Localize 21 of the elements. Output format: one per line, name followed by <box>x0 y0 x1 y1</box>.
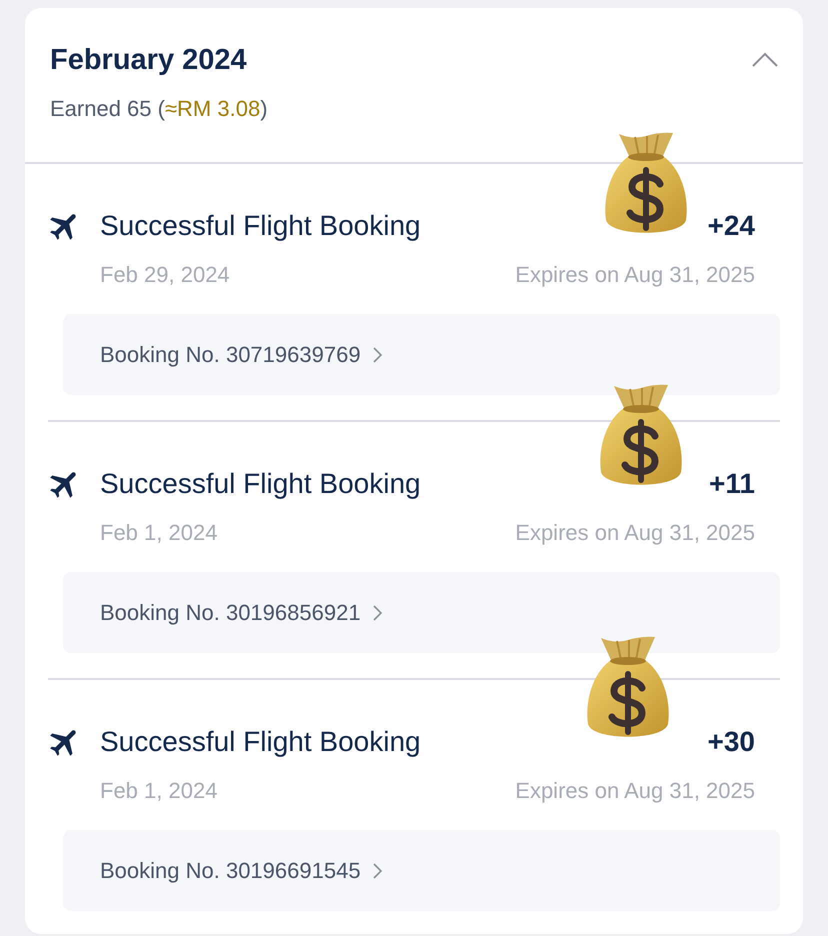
transaction-title: Successful Flight Booking <box>100 467 421 501</box>
expiry-date: Expires on Aug 31, 2025 <box>515 777 755 805</box>
transaction-title: Successful Flight Booking <box>100 209 421 243</box>
transaction-date: Feb 1, 2024 <box>100 519 218 547</box>
booking-link[interactable]: Booking No. 30196691545 <box>63 830 780 911</box>
expiry-date: Expires on Aug 31, 2025 <box>515 519 755 547</box>
points-value: +11 <box>709 467 755 501</box>
chevron-right-icon <box>372 346 382 362</box>
chevron-right-icon <box>372 604 382 620</box>
points-value: +24 <box>708 209 755 243</box>
earned-summary: Earned 65 (≈RM 3.08) <box>50 95 268 123</box>
month-title: February 2024 <box>50 43 248 78</box>
chevron-right-icon <box>372 862 382 878</box>
expiry-date: Expires on Aug 31, 2025 <box>515 261 755 289</box>
booking-link[interactable]: Booking No. 30196856921 <box>63 572 780 653</box>
transaction-title: Successful Flight Booking <box>100 725 421 759</box>
transaction-date: Feb 29, 2024 <box>100 261 230 289</box>
booking-link[interactable]: Booking No. 30719639769 <box>63 314 780 395</box>
points-value: +30 <box>708 725 755 759</box>
chevron-up-icon[interactable] <box>752 52 778 67</box>
transaction-date: Feb 1, 2024 <box>100 777 218 805</box>
